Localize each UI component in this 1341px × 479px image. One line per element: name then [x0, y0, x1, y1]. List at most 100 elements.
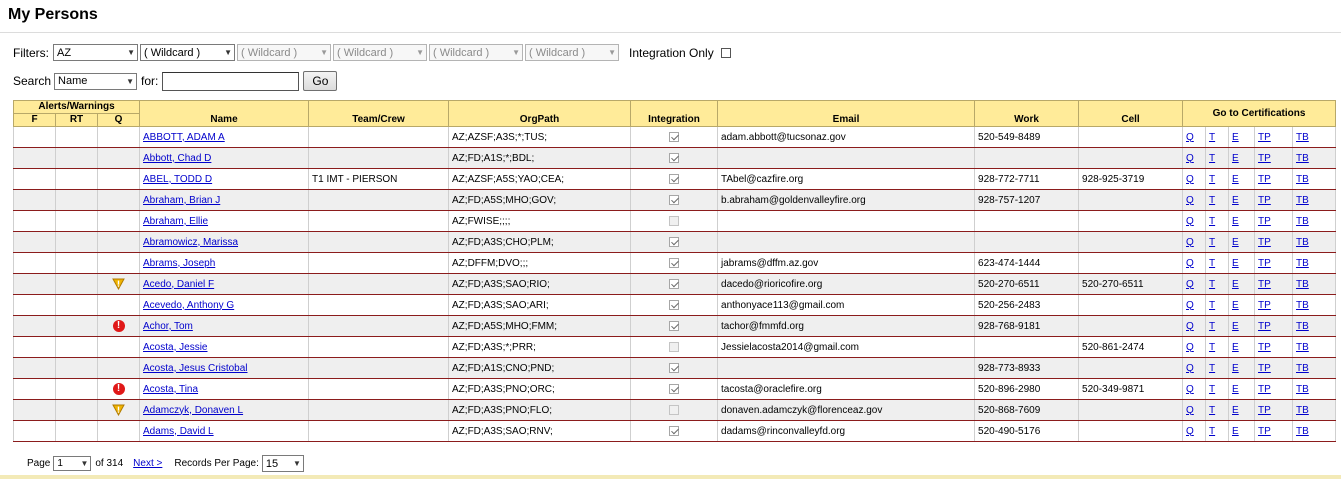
cert-link-e[interactable]: E [1232, 384, 1239, 395]
cert-link-tb[interactable]: TB [1296, 363, 1309, 374]
cert-link-e[interactable]: E [1232, 258, 1239, 269]
wildcard-filter-3[interactable]: ( Wildcard ) ▼ [333, 44, 427, 61]
cert-link-tp[interactable]: TP [1258, 279, 1271, 290]
cert-link-tp[interactable]: TP [1258, 237, 1271, 248]
person-name-link[interactable]: Acosta, Tina [143, 384, 198, 395]
cert-link-tb[interactable]: TB [1296, 384, 1309, 395]
cert-link-e[interactable]: E [1232, 153, 1239, 164]
cert-link-tp[interactable]: TP [1258, 426, 1271, 437]
cert-link-tp[interactable]: TP [1258, 342, 1271, 353]
cert-link-e[interactable]: E [1232, 342, 1239, 353]
cert-link-e[interactable]: E [1232, 321, 1239, 332]
cert-link-tb[interactable]: TB [1296, 405, 1309, 416]
cert-link-e[interactable]: E [1232, 279, 1239, 290]
cert-link-tp[interactable]: TP [1258, 258, 1271, 269]
cert-link-tp[interactable]: TP [1258, 321, 1271, 332]
cert-link-q[interactable]: Q [1186, 279, 1194, 290]
cert-link-t[interactable]: T [1209, 279, 1215, 290]
cert-link-tp[interactable]: TP [1258, 405, 1271, 416]
cert-link-tp[interactable]: TP [1258, 300, 1271, 311]
cert-link-q[interactable]: Q [1186, 237, 1194, 248]
cert-link-t[interactable]: T [1209, 237, 1215, 248]
search-field-select[interactable]: Name ▼ [54, 72, 138, 90]
person-name-link[interactable]: Acosta, Jessie [143, 342, 207, 353]
cert-link-q[interactable]: Q [1186, 363, 1194, 374]
cert-link-t[interactable]: T [1209, 153, 1215, 164]
cert-link-e[interactable]: E [1232, 132, 1239, 143]
cert-link-q[interactable]: Q [1186, 132, 1194, 143]
wildcard-filter-1[interactable]: ( Wildcard ) ▼ [140, 44, 235, 61]
page-select[interactable]: 1 ▼ [53, 456, 92, 471]
cert-link-tb[interactable]: TB [1296, 195, 1309, 206]
cert-link-q[interactable]: Q [1186, 426, 1194, 437]
cert-link-q[interactable]: Q [1186, 342, 1194, 353]
cert-link-e[interactable]: E [1232, 237, 1239, 248]
cert-link-t[interactable]: T [1209, 216, 1215, 227]
wildcard-filter-4[interactable]: ( Wildcard ) ▼ [429, 44, 523, 61]
cert-link-t[interactable]: T [1209, 426, 1215, 437]
cert-link-e[interactable]: E [1232, 426, 1239, 437]
records-per-page-select[interactable]: 15 ▼ [261, 455, 304, 472]
cert-link-tb[interactable]: TB [1296, 174, 1309, 185]
cert-link-tb[interactable]: TB [1296, 426, 1309, 437]
person-name-link[interactable]: Abbott, Chad D [143, 153, 211, 164]
wildcard-filter-2[interactable]: ( Wildcard ) ▼ [237, 44, 331, 61]
cert-link-tp[interactable]: TP [1258, 384, 1271, 395]
cert-link-q[interactable]: Q [1186, 216, 1194, 227]
cert-link-tb[interactable]: TB [1296, 321, 1309, 332]
cert-link-q[interactable]: Q [1186, 258, 1194, 269]
cert-link-t[interactable]: T [1209, 300, 1215, 311]
cert-link-tp[interactable]: TP [1258, 216, 1271, 227]
cert-link-tb[interactable]: TB [1296, 153, 1309, 164]
cert-link-e[interactable]: E [1232, 216, 1239, 227]
person-name-link[interactable]: Acedo, Daniel F [143, 279, 214, 290]
warning-icon[interactable] [112, 404, 125, 416]
cert-link-e[interactable]: E [1232, 195, 1239, 206]
cert-link-e[interactable]: E [1232, 363, 1239, 374]
person-name-link[interactable]: Acevedo, Anthony G [143, 300, 234, 311]
cert-link-e[interactable]: E [1232, 405, 1239, 416]
cert-link-tb[interactable]: TB [1296, 258, 1309, 269]
cert-link-tp[interactable]: TP [1258, 132, 1271, 143]
go-button[interactable]: Go [303, 71, 338, 91]
cert-link-t[interactable]: T [1209, 195, 1215, 206]
cert-link-q[interactable]: Q [1186, 321, 1194, 332]
cert-link-t[interactable]: T [1209, 384, 1215, 395]
cert-link-q[interactable]: Q [1186, 195, 1194, 206]
cert-link-t[interactable]: T [1209, 132, 1215, 143]
person-name-link[interactable]: Abramowicz, Marissa [143, 237, 238, 248]
cert-link-tb[interactable]: TB [1296, 342, 1309, 353]
cert-link-t[interactable]: T [1209, 342, 1215, 353]
cert-link-tb[interactable]: TB [1296, 216, 1309, 227]
cert-link-t[interactable]: T [1209, 405, 1215, 416]
cert-link-tb[interactable]: TB [1296, 300, 1309, 311]
cert-link-t[interactable]: T [1209, 174, 1215, 185]
person-name-link[interactable]: ABEL, TODD D [143, 174, 212, 185]
cert-link-q[interactable]: Q [1186, 153, 1194, 164]
warning-icon[interactable] [112, 278, 125, 290]
next-page-link[interactable]: Next > [133, 458, 162, 469]
person-name-link[interactable]: ABBOTT, ADAM A [143, 132, 225, 143]
cert-link-tp[interactable]: TP [1258, 174, 1271, 185]
cert-link-tp[interactable]: TP [1258, 363, 1271, 374]
cert-link-t[interactable]: T [1209, 321, 1215, 332]
state-filter-select[interactable]: AZ ▼ [53, 44, 138, 61]
person-name-link[interactable]: Adamczyk, Donaven L [143, 405, 243, 416]
person-name-link[interactable]: Abrams, Joseph [143, 258, 215, 269]
cert-link-q[interactable]: Q [1186, 300, 1194, 311]
cert-link-tb[interactable]: TB [1296, 132, 1309, 143]
person-name-link[interactable]: Abraham, Ellie [143, 216, 208, 227]
cert-link-t[interactable]: T [1209, 258, 1215, 269]
person-name-link[interactable]: Abraham, Brian J [143, 195, 220, 206]
cert-link-t[interactable]: T [1209, 363, 1215, 374]
person-name-link[interactable]: Adams, David L [143, 426, 214, 437]
cert-link-e[interactable]: E [1232, 174, 1239, 185]
search-input[interactable] [162, 71, 300, 91]
person-name-link[interactable]: Achor, Tom [143, 321, 193, 332]
person-name-link[interactable]: Acosta, Jesus Cristobal [143, 363, 248, 374]
cert-link-q[interactable]: Q [1186, 384, 1194, 395]
cert-link-tb[interactable]: TB [1296, 279, 1309, 290]
cert-link-tp[interactable]: TP [1258, 153, 1271, 164]
cert-link-tb[interactable]: TB [1296, 237, 1309, 248]
integration-only-checkbox[interactable] [720, 47, 731, 58]
